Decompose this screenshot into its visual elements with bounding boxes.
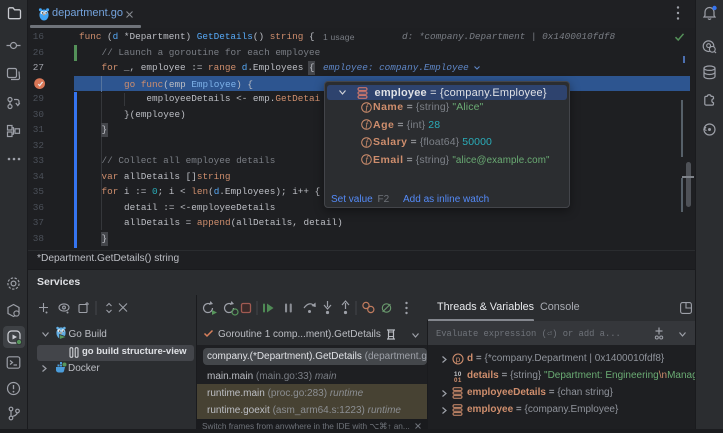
svg-text:01: 01 [454,377,462,382]
svg-text:p: p [456,355,461,364]
